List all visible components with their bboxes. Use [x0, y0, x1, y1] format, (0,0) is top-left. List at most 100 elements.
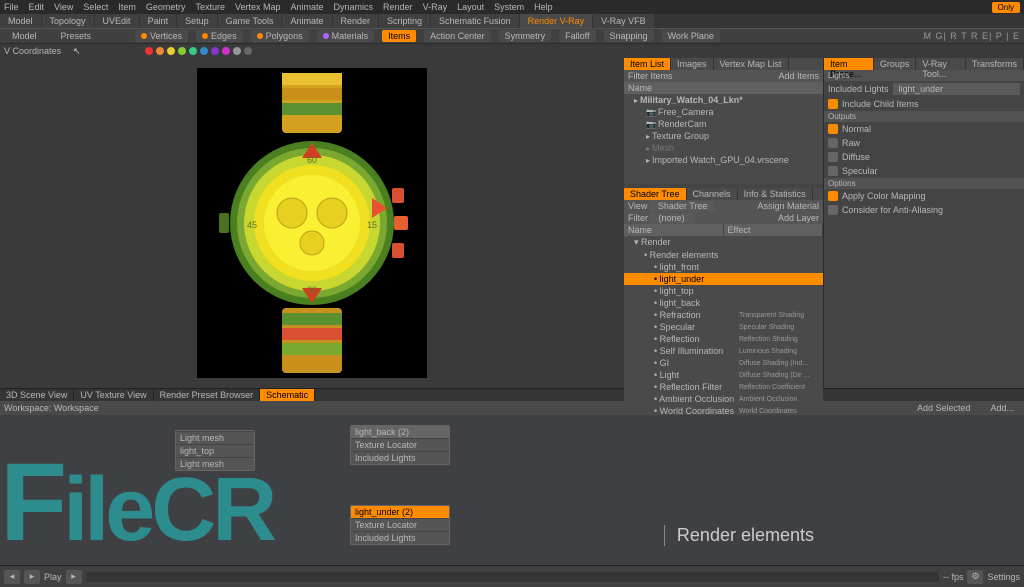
- timeline-play[interactable]: ▸: [24, 570, 40, 584]
- tab-images[interactable]: Images: [671, 58, 714, 70]
- checkbox-normal[interactable]: [828, 124, 838, 134]
- menu-edit[interactable]: Edit: [29, 2, 45, 12]
- item-row[interactable]: ▸ Texture Group: [624, 130, 823, 142]
- symmetry[interactable]: Symmetry: [499, 30, 552, 42]
- workplane[interactable]: Work Plane: [662, 30, 720, 42]
- tab-vray-vfb[interactable]: V-Ray VFB: [593, 14, 654, 28]
- color-dot-9[interactable]: [233, 47, 241, 55]
- tab-scripting[interactable]: Scripting: [379, 14, 430, 28]
- item-row[interactable]: ▸ Mesh: [624, 142, 823, 154]
- tab-vraytool[interactable]: V-Ray Tool...: [916, 58, 965, 70]
- menu-dynamics[interactable]: Dynamics: [334, 2, 374, 12]
- node-3[interactable]: light_under (2) Texture Locator Included…: [350, 505, 450, 545]
- shader-row[interactable]: • light_under: [624, 273, 823, 285]
- tab-channels[interactable]: Channels: [687, 188, 738, 200]
- tab-transforms[interactable]: Transforms: [966, 58, 1024, 70]
- color-dot-5[interactable]: [189, 47, 197, 55]
- prop-colormapping[interactable]: Apply Color Mapping: [824, 189, 1024, 203]
- action-center[interactable]: Action Center: [424, 30, 491, 42]
- falloff[interactable]: Falloff: [559, 30, 595, 42]
- tab-itemlist[interactable]: Item List: [624, 58, 671, 70]
- add-layer-btn[interactable]: Add Layer: [778, 213, 819, 223]
- add-selected-btn[interactable]: Add Selected: [911, 402, 977, 414]
- shader-row[interactable]: • ReflectionReflection Shading: [624, 333, 823, 345]
- tab-shadertree[interactable]: Shader Tree: [624, 188, 687, 200]
- prop-antialiasing[interactable]: Consider for Anti-Aliasing: [824, 203, 1024, 217]
- menu-view[interactable]: View: [54, 2, 73, 12]
- prop-diffuse[interactable]: Diffuse: [824, 150, 1024, 164]
- assign-material-btn[interactable]: Assign Material: [757, 201, 819, 211]
- btab-schematic[interactable]: Schematic: [260, 389, 315, 401]
- shader-row[interactable]: • Render elements: [624, 249, 823, 261]
- filter-items-label[interactable]: Filter Items: [628, 71, 673, 81]
- checkbox-antialiasing[interactable]: [828, 205, 838, 215]
- color-dot-2[interactable]: [156, 47, 164, 55]
- checkbox-specular[interactable]: [828, 166, 838, 176]
- tab-uvedit[interactable]: UVEdit: [95, 14, 139, 28]
- mode-items[interactable]: Items: [382, 30, 416, 42]
- checkbox-diffuse[interactable]: [828, 152, 838, 162]
- tab-model[interactable]: Model: [0, 14, 41, 28]
- btab-3dscene[interactable]: 3D Scene View: [0, 389, 74, 401]
- add-items-btn[interactable]: Add Items: [778, 71, 819, 81]
- timeline-track[interactable]: [86, 572, 939, 582]
- section-options[interactable]: Options: [824, 178, 1024, 189]
- tab-render-vray[interactable]: Render V-Ray: [520, 14, 593, 28]
- shader-row[interactable]: • SpecularSpecular Shading: [624, 321, 823, 333]
- snapping[interactable]: Snapping: [604, 30, 654, 42]
- subtab-model[interactable]: Model: [4, 29, 45, 43]
- item-row[interactable]: 📷 Free_Camera: [624, 106, 823, 118]
- settings-btn[interactable]: ⚙: [967, 570, 983, 584]
- shader-row[interactable]: • GIDiffuse Shading (Ind...: [624, 357, 823, 369]
- prop-normal[interactable]: Normal: [824, 122, 1024, 136]
- menu-item[interactable]: Item: [118, 2, 136, 12]
- item-row[interactable]: ▸ Military_Watch_04_Lkn*: [624, 94, 823, 106]
- menu-system[interactable]: System: [494, 2, 524, 12]
- menu-help[interactable]: Help: [534, 2, 553, 12]
- section-outputs[interactable]: Outputs: [824, 111, 1024, 122]
- mode-edges[interactable]: Edges: [196, 30, 243, 42]
- item-row[interactable]: 📷 RenderCam: [624, 118, 823, 130]
- tab-topology[interactable]: Topology: [42, 14, 94, 28]
- viewport[interactable]: 60 15 30 45: [0, 58, 624, 388]
- shader-row[interactable]: • light_top: [624, 285, 823, 297]
- color-dot-6[interactable]: [200, 47, 208, 55]
- menu-animate[interactable]: Animate: [290, 2, 323, 12]
- color-dot-1[interactable]: [145, 47, 153, 55]
- mode-vertices[interactable]: Vertices: [135, 30, 188, 42]
- tab-render[interactable]: Render: [333, 14, 379, 28]
- timeline-prev[interactable]: ◂: [4, 570, 20, 584]
- tab-info[interactable]: Info & Statistics: [738, 188, 813, 200]
- included-lights-value[interactable]: light_under: [893, 83, 1020, 95]
- color-dot-3[interactable]: [167, 47, 175, 55]
- tab-setup[interactable]: Setup: [177, 14, 217, 28]
- color-dot-7[interactable]: [211, 47, 219, 55]
- prop-include-child[interactable]: Include Child Items: [824, 97, 1024, 111]
- timeline-next[interactable]: ▸: [66, 570, 82, 584]
- shader-row[interactable]: • Ambient OcclusionAmbient Occlusion: [624, 393, 823, 405]
- cursor-icon[interactable]: ↖: [73, 46, 81, 57]
- menu-vray[interactable]: V-Ray: [423, 2, 448, 12]
- btab-renderpreset[interactable]: Render Preset Browser: [154, 389, 261, 401]
- checkbox-raw[interactable]: [828, 138, 838, 148]
- menu-file[interactable]: File: [4, 2, 19, 12]
- menu-layout[interactable]: Layout: [457, 2, 484, 12]
- tab-animate[interactable]: Animate: [282, 14, 331, 28]
- menu-vertexmap[interactable]: Vertex Map: [235, 2, 281, 12]
- btab-uvtex[interactable]: UV Texture View: [74, 389, 153, 401]
- shader-row[interactable]: • light_front: [624, 261, 823, 273]
- tab-schematic-fusion[interactable]: Schematic Fusion: [431, 14, 519, 28]
- checkbox-include-child[interactable]: [828, 99, 838, 109]
- color-dot-4[interactable]: [178, 47, 186, 55]
- tab-item-props[interactable]: Item Prope...: [824, 58, 874, 70]
- subtab-presets[interactable]: Presets: [53, 29, 100, 43]
- shader-row[interactable]: • RefractionTransparent Shading: [624, 309, 823, 321]
- shader-row[interactable]: • Self IlluminationLuminous Shading: [624, 345, 823, 357]
- prop-specular[interactable]: Specular: [824, 164, 1024, 178]
- workspace-label[interactable]: Workspace: Workspace: [4, 403, 99, 413]
- color-dot-10[interactable]: [244, 47, 252, 55]
- checkbox-colormapping[interactable]: [828, 191, 838, 201]
- shader-row[interactable]: ▾ Render: [624, 236, 823, 249]
- only-badge[interactable]: Only: [992, 2, 1020, 13]
- color-dot-8[interactable]: [222, 47, 230, 55]
